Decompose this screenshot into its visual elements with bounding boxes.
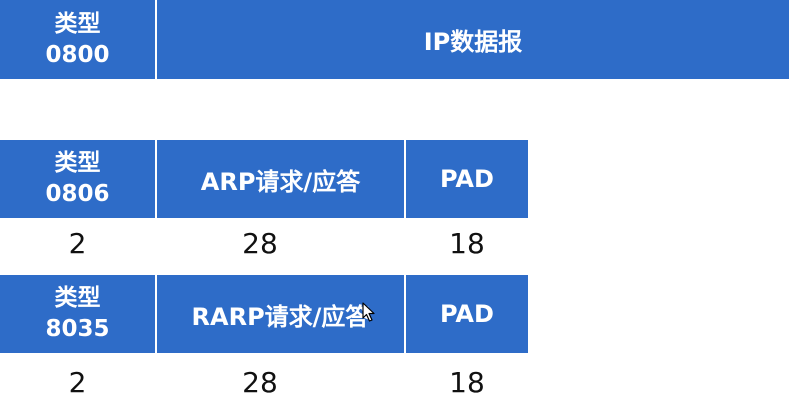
ip-datagram-cell: IP数据报	[157, 0, 789, 79]
rarp-size-type: 2	[68, 366, 87, 399]
arp-size-pad: 18	[449, 227, 485, 260]
rarp-type-code: 8035	[45, 316, 110, 342]
rarp-type-label: 类型	[54, 285, 101, 311]
arp-type-code: 0806	[45, 181, 110, 207]
arp-payload-cell: ARP请求/应答	[157, 140, 404, 218]
arp-size-payload: 28	[242, 227, 278, 260]
arp-size-type: 2	[68, 227, 87, 260]
arp-type-cell: 类型 0806	[0, 140, 155, 218]
ip-type-cell: 类型 0800	[0, 0, 155, 79]
ip-type-code: 0800	[45, 41, 110, 68]
ip-datagram-label: IP数据报	[423, 28, 523, 56]
rarp-payload-label: RARP请求/应答	[191, 302, 370, 331]
rarp-type-cell: 类型 8035	[0, 275, 155, 353]
arp-type-label: 类型	[54, 150, 101, 176]
rarp-pad-cell: PAD	[406, 275, 528, 353]
arp-payload-label: ARP请求/应答	[200, 167, 361, 196]
arp-pad-cell: PAD	[406, 140, 528, 218]
rarp-size-pad: 18	[449, 366, 485, 399]
rarp-pad-label: PAD	[440, 300, 494, 328]
arp-pad-label: PAD	[440, 165, 494, 193]
ip-type-label: 类型	[54, 10, 101, 37]
mouse-pointer-icon	[362, 302, 375, 322]
rarp-size-payload: 28	[242, 366, 278, 399]
